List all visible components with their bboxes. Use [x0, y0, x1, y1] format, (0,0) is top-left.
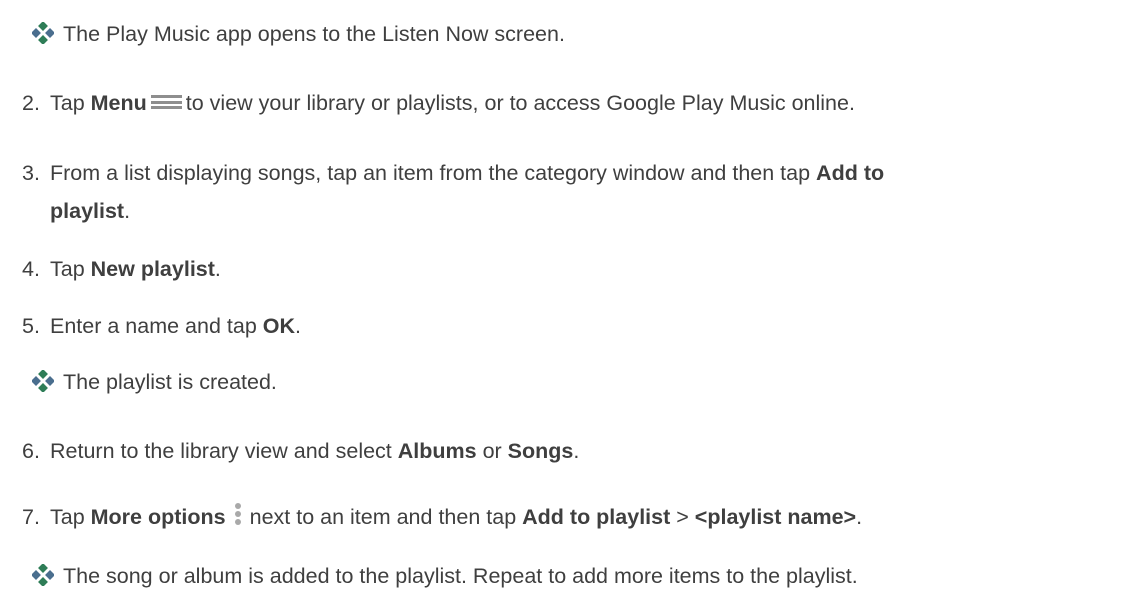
menu-label: Menu [90, 91, 147, 115]
step-number: 7. [22, 505, 40, 529]
diamond-bullet-icon [32, 370, 54, 392]
menu-icon [150, 95, 182, 110]
diamond-bullet-icon [32, 564, 54, 586]
step-number: 4. [22, 257, 40, 281]
step-text: Tap More options next to an item and then… [50, 503, 863, 529]
step-text: Enter a name and tap OK. [50, 314, 301, 338]
result-text-1: The Play Music app opens to the Listen N… [63, 22, 565, 46]
step-text: Tap Menu to view your library or playlist… [50, 91, 855, 115]
step-text: From a list displaying songs, tap an ite… [50, 161, 885, 185]
result-text-3: The song or album is added to the playli… [63, 564, 858, 588]
step-number: 5. [22, 314, 40, 338]
step-text: Return to the library view and select Al… [50, 439, 580, 463]
step-text-continued: playlist. [50, 199, 131, 223]
step-number: 2. [22, 91, 40, 115]
more-options-icon [234, 503, 242, 526]
step-text: Tap New playlist. [50, 257, 221, 281]
diamond-bullet-icon [32, 22, 54, 44]
step-number: 6. [22, 439, 40, 463]
step-number: 3. [22, 161, 40, 185]
result-text-2: The playlist is created. [63, 370, 277, 394]
